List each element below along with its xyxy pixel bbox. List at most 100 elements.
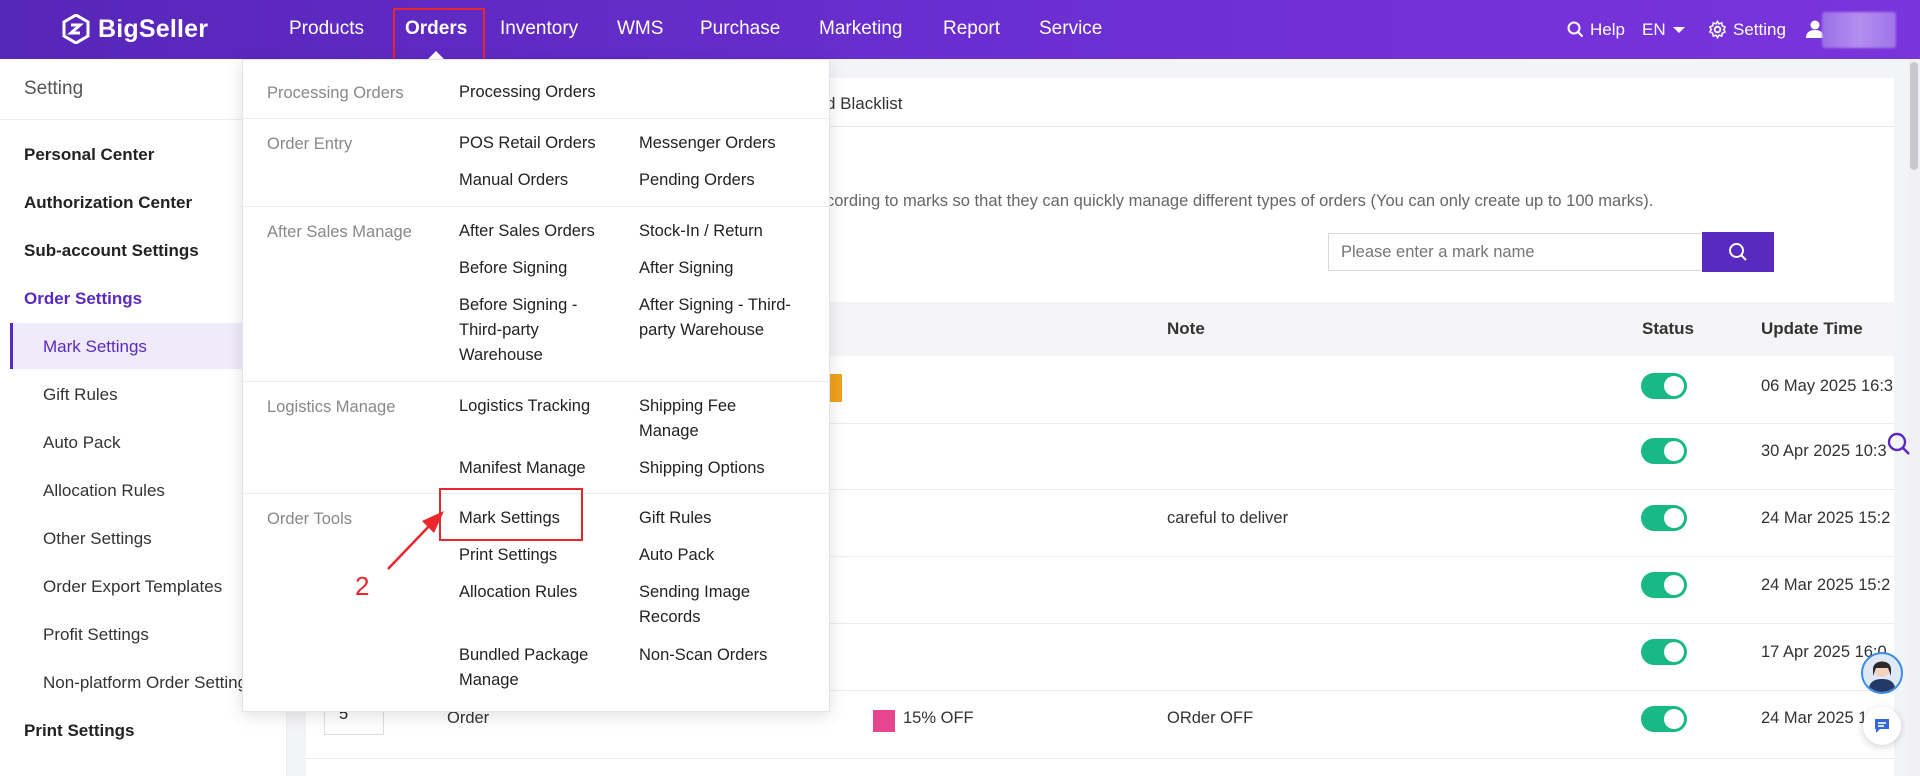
menu-category-after-sales-manage: After Sales Manage	[267, 223, 412, 241]
orders-dropdown-menu: Processing Orders Processing Orders Orde…	[242, 59, 830, 712]
menu-link-auto-pack[interactable]: Auto Pack	[639, 543, 714, 568]
sidebar-item-order-settings[interactable]: Order Settings	[24, 289, 142, 309]
annotation-arrow-icon	[387, 511, 444, 570]
menu-link-after-signing[interactable]: After Signing	[639, 256, 733, 281]
menu-link-messenger-orders[interactable]: Messenger Orders	[639, 131, 776, 156]
sidebar-item-non-platform-order-setting[interactable]: Non-platform Order Setting	[43, 673, 247, 693]
menu-category-order-entry: Order Entry	[267, 135, 353, 153]
menu-link-pending-orders[interactable]: Pending Orders	[639, 168, 755, 193]
menu-separator	[243, 206, 829, 207]
username-redacted[interactable]	[1822, 12, 1896, 48]
sidebar-item-profit-settings[interactable]: Profit Settings	[43, 625, 149, 645]
sidebar-item-personal-center[interactable]: Personal Center	[24, 145, 154, 165]
status-toggle[interactable]	[1641, 706, 1687, 732]
sidebar-item-sub-account-settings[interactable]: Sub-account Settings	[24, 241, 199, 261]
top-navigation-bar: BigSeller Products Orders Inventory WMS …	[0, 0, 1920, 59]
column-header-update-time: Update Time	[1761, 319, 1863, 338]
status-toggle[interactable]	[1641, 505, 1687, 531]
sidebar-item-auto-pack[interactable]: Auto Pack	[43, 433, 121, 453]
menu-category-order-tools: Order Tools	[267, 510, 352, 528]
menu-link-sending-image-records[interactable]: Sending Image Records	[639, 580, 759, 630]
help-label: Help	[1590, 19, 1625, 39]
menu-link-before-signing[interactable]: Before Signing	[459, 256, 567, 281]
search-icon	[1729, 243, 1747, 261]
mark-color-swatch	[873, 710, 895, 732]
floating-search-icon[interactable]	[1883, 430, 1911, 458]
sidebar-active-indicator	[10, 323, 13, 369]
step-2-annotation: 2	[355, 571, 370, 601]
language-selector[interactable]: EN	[1642, 0, 1686, 59]
menu-link-pos-retail-orders[interactable]: POS Retail Orders	[459, 131, 596, 156]
update-time-cell: 06 May 2025 16:3	[1761, 377, 1894, 395]
sidebar-item-allocation-rules[interactable]: Allocation Rules	[43, 481, 165, 501]
help-link[interactable]: Help	[1567, 0, 1625, 59]
bigseller-logo-icon	[62, 14, 90, 44]
column-header-status: Status	[1642, 319, 1694, 338]
menu-link-print-settings[interactable]: Print Settings	[459, 543, 557, 568]
menu-link-manifest-manage[interactable]: Manifest Manage	[459, 456, 586, 481]
status-toggle[interactable]	[1641, 438, 1687, 464]
menu-link-before-signing-third-party-warehouse[interactable]: Before Signing - Third-party Warehouse	[459, 293, 599, 368]
gear-icon	[1708, 20, 1727, 39]
menu-link-allocation-rules[interactable]: Allocation Rules	[459, 580, 577, 605]
menu-separator	[243, 381, 829, 382]
update-time-cell: 24 Mar 2025 15:2	[1761, 509, 1891, 527]
setting-label: Setting	[1733, 19, 1786, 39]
support-agent-avatar[interactable]	[1861, 652, 1903, 694]
chat-icon	[1875, 719, 1889, 733]
menu-category-processing-orders: Processing Orders	[267, 84, 404, 102]
status-toggle[interactable]	[1641, 373, 1687, 399]
page-description: cording to marks so that they can quickl…	[826, 192, 1654, 210]
update-time-cell: 30 Apr 2025 10:3	[1761, 442, 1887, 460]
menu-link-gift-rules[interactable]: Gift Rules	[639, 506, 711, 531]
scrollbar-thumb[interactable]	[1910, 62, 1918, 170]
nav-wms[interactable]: WMS	[617, 0, 663, 59]
status-toggle[interactable]	[1641, 639, 1687, 665]
nav-products[interactable]: Products	[289, 0, 364, 59]
search-icon	[1567, 21, 1584, 38]
note-cell: ORder OFF	[1167, 709, 1254, 727]
search-button[interactable]	[1702, 232, 1774, 272]
nav-report[interactable]: Report	[943, 0, 1000, 59]
sidebar-item-gift-rules[interactable]: Gift Rules	[43, 385, 118, 405]
sidebar-item-print-settings[interactable]: Print Settings	[24, 721, 135, 741]
note-cell: careful to deliver	[1167, 509, 1289, 527]
menu-link-non-scan-orders[interactable]: Non-Scan Orders	[639, 643, 767, 668]
nav-marketing[interactable]: Marketing	[819, 0, 902, 59]
sidebar-title: Setting	[24, 78, 84, 99]
menu-link-processing-orders[interactable]: Processing Orders	[459, 80, 596, 105]
menu-category-logistics-manage: Logistics Manage	[267, 398, 396, 416]
menu-link-after-sales-orders[interactable]: After Sales Orders	[459, 219, 595, 244]
menu-link-shipping-fee-manage[interactable]: Shipping Fee Manage	[639, 394, 759, 444]
nav-purchase[interactable]: Purchase	[700, 0, 780, 59]
update-time-cell: 24 Mar 2025 15:2	[1761, 576, 1891, 594]
menu-link-logistics-tracking[interactable]: Logistics Tracking	[459, 394, 590, 419]
tab-blacklist[interactable]: d Blacklist	[826, 94, 903, 114]
sidebar-item-mark-settings[interactable]: Mark Settings	[43, 337, 147, 357]
status-toggle[interactable]	[1641, 572, 1687, 598]
caret-down-icon	[1672, 26, 1685, 33]
mark-name-cell: 15% OFF	[903, 709, 974, 727]
menu-separator	[243, 118, 829, 119]
setting-link[interactable]: Setting	[1708, 0, 1786, 59]
language-label: EN	[1642, 19, 1666, 39]
nav-service[interactable]: Service	[1039, 0, 1102, 59]
bigseller-logo[interactable]: BigSeller	[62, 14, 208, 44]
mark-settings-highlight-box	[439, 488, 583, 541]
mark-search-input[interactable]	[1328, 233, 1702, 271]
sidebar-item-order-export-templates[interactable]: Order Export Templates	[43, 577, 222, 597]
nav-inventory[interactable]: Inventory	[500, 0, 578, 59]
sidebar-item-authorization-center[interactable]: Authorization Center	[24, 193, 192, 213]
orders-highlight-box	[393, 8, 485, 63]
menu-link-stock-in-return[interactable]: Stock-In / Return	[639, 219, 763, 244]
menu-link-bundled-package-manage[interactable]: Bundled Package Manage	[459, 643, 599, 693]
brand-name: BigSeller	[98, 14, 209, 43]
menu-link-after-signing-third-party-warehouse[interactable]: After Signing - Third-party Warehouse	[639, 293, 804, 343]
menu-link-shipping-options[interactable]: Shipping Options	[639, 456, 765, 481]
chat-button[interactable]	[1863, 707, 1901, 745]
menu-link-manual-orders[interactable]: Manual Orders	[459, 168, 568, 193]
support-agent-icon	[1868, 661, 1896, 692]
update-time-cell: 24 Mar 2025 1	[1761, 709, 1868, 727]
sidebar-item-other-settings[interactable]: Other Settings	[43, 529, 152, 549]
row-divider	[306, 758, 1894, 759]
